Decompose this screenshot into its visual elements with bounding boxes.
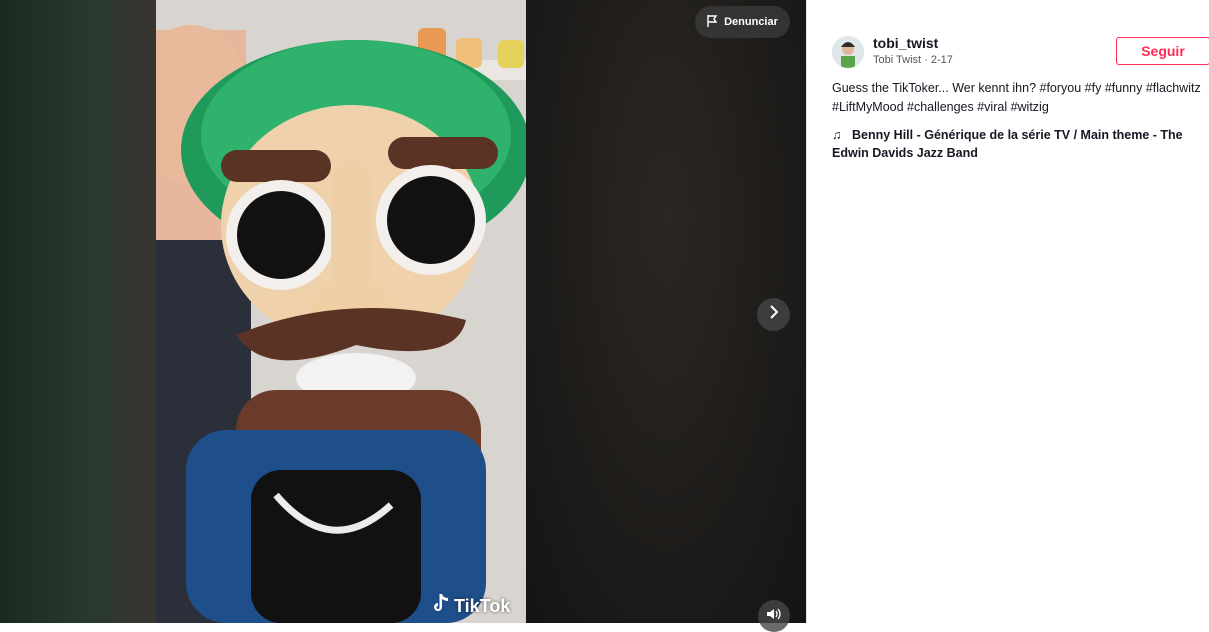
chevron-right-icon <box>768 305 780 324</box>
author-subline: Tobi Twist · 2-17 <box>873 54 953 66</box>
blurred-background-left <box>0 0 160 623</box>
report-button[interactable]: Denunciar <box>695 6 790 38</box>
video-player[interactable] <box>156 0 526 623</box>
watermark-text: TikTok <box>454 596 511 616</box>
tiktok-logo-icon <box>430 593 450 620</box>
music-note-icon: ♫ <box>832 128 842 142</box>
video-frame <box>156 0 526 623</box>
post-description: Guess the TikToker... Wer kennt ihn? #fo… <box>832 81 1201 114</box>
tiktok-watermark: TikTok <box>430 593 510 620</box>
music-info[interactable]: ♫ Benny Hill - Générique de la série TV /… <box>832 126 1204 162</box>
flag-icon <box>707 14 718 30</box>
video-stage: TikTok <box>0 0 806 623</box>
music-title: Benny Hill - Générique de la série TV / … <box>832 128 1183 160</box>
details-panel: tobi_twist Tobi Twist · 2-17 Seguir Gues… <box>807 0 1209 623</box>
follow-button[interactable]: Seguir <box>1116 37 1209 65</box>
report-label: Denunciar <box>724 16 778 28</box>
next-video-button[interactable] <box>757 298 790 331</box>
avatar[interactable] <box>832 36 864 68</box>
volume-button[interactable] <box>758 600 790 632</box>
author-username[interactable]: tobi_twist <box>873 35 938 51</box>
